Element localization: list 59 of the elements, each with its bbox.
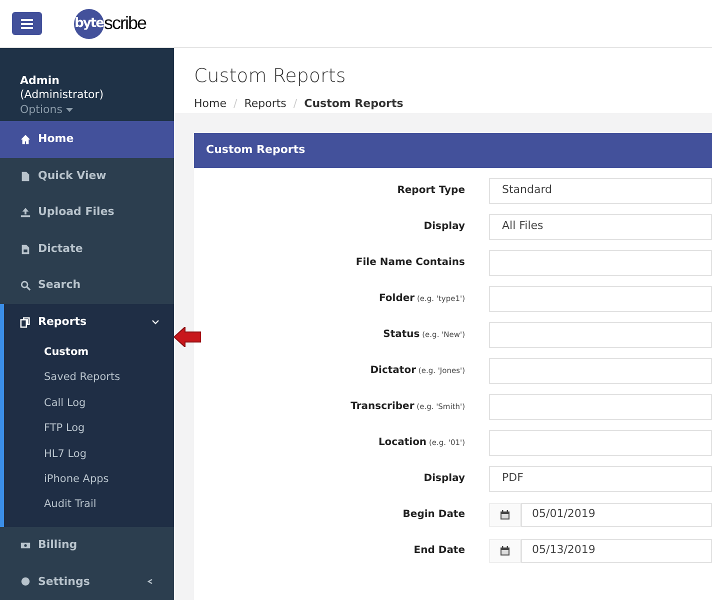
- menu-button[interactable]: [12, 12, 42, 35]
- options-dropdown[interactable]: Options: [20, 102, 154, 117]
- sidebar-item[interactable]: Upload Files: [0, 194, 174, 231]
- field-label: Display: [422, 472, 466, 486]
- field-label: End Date: [412, 544, 466, 558]
- upload-icon: [20, 207, 31, 218]
- input-field[interactable]: [489, 250, 712, 276]
- field-label: Display: [422, 220, 466, 234]
- sidebar-item[interactable]: Search: [0, 267, 174, 304]
- select-field[interactable]: Standard: [489, 178, 712, 204]
- calendar-button[interactable]: [489, 502, 521, 526]
- breadcrumb-link[interactable]: Reports: [244, 96, 286, 112]
- input-field[interactable]: [489, 358, 712, 384]
- file-icon: [20, 170, 31, 182]
- sidebar-item[interactable]: Reports: [4, 304, 174, 340]
- breadcrumb-separator: /: [293, 96, 298, 112]
- user-role: (Administrator): [20, 88, 105, 102]
- input-field[interactable]: [489, 322, 712, 348]
- date-field[interactable]: 05/13/2019: [521, 538, 712, 562]
- breadcrumb-current: Custom Reports: [304, 96, 404, 112]
- caret-icon: [66, 108, 74, 112]
- date-field[interactable]: 05/01/2019: [521, 502, 712, 526]
- pointer-arrow-icon: [174, 327, 201, 347]
- panel-header: Custom Reports: [194, 132, 712, 168]
- audio-file-icon: [20, 244, 31, 255]
- home-icon: [20, 134, 31, 146]
- sidebar-item[interactable]: Home: [0, 121, 174, 158]
- submenu-item[interactable]: HL7 Log: [4, 442, 174, 468]
- submenu-item[interactable]: FTP Log: [4, 416, 174, 442]
- submenu-item[interactable]: Custom: [4, 340, 174, 366]
- chevron-icon: [147, 579, 154, 584]
- sidebar-item[interactable]: Billing: [0, 527, 174, 564]
- field-label: Report Type: [396, 184, 466, 198]
- user-name: Admin: [20, 73, 60, 88]
- submenu-item[interactable]: Saved Reports: [4, 366, 174, 392]
- menu-icon: [21, 18, 33, 28]
- field-label: Begin Date: [402, 508, 466, 522]
- submenu-item[interactable]: Audit Trail: [4, 492, 174, 518]
- search-icon: [20, 280, 31, 292]
- select-field[interactable]: PDF: [489, 466, 712, 492]
- field-label: File Name Contains: [354, 256, 466, 270]
- sidebar-item[interactable]: Settings: [0, 564, 174, 600]
- page-title: Custom Reports: [194, 64, 347, 88]
- breadcrumb-link[interactable]: Home: [194, 96, 226, 112]
- submenu-item[interactable]: iPhone Apps: [4, 467, 174, 493]
- calendar-icon: [500, 546, 510, 556]
- sidebar-item[interactable]: Quick View: [0, 158, 174, 194]
- input-field[interactable]: [489, 430, 712, 456]
- calendar-icon: [500, 510, 510, 520]
- select-field[interactable]: All Files: [489, 214, 712, 240]
- breadcrumb-separator: /: [233, 96, 238, 112]
- input-field[interactable]: [489, 286, 712, 312]
- sidebar-item[interactable]: Dictate: [0, 230, 174, 268]
- calendar-button[interactable]: [489, 538, 521, 562]
- chevron-icon: [152, 320, 159, 325]
- copy-icon: [20, 316, 31, 328]
- submenu-item[interactable]: Call Log: [4, 391, 174, 416]
- logo: bytescribe: [74, 8, 146, 38]
- input-field[interactable]: [489, 394, 712, 420]
